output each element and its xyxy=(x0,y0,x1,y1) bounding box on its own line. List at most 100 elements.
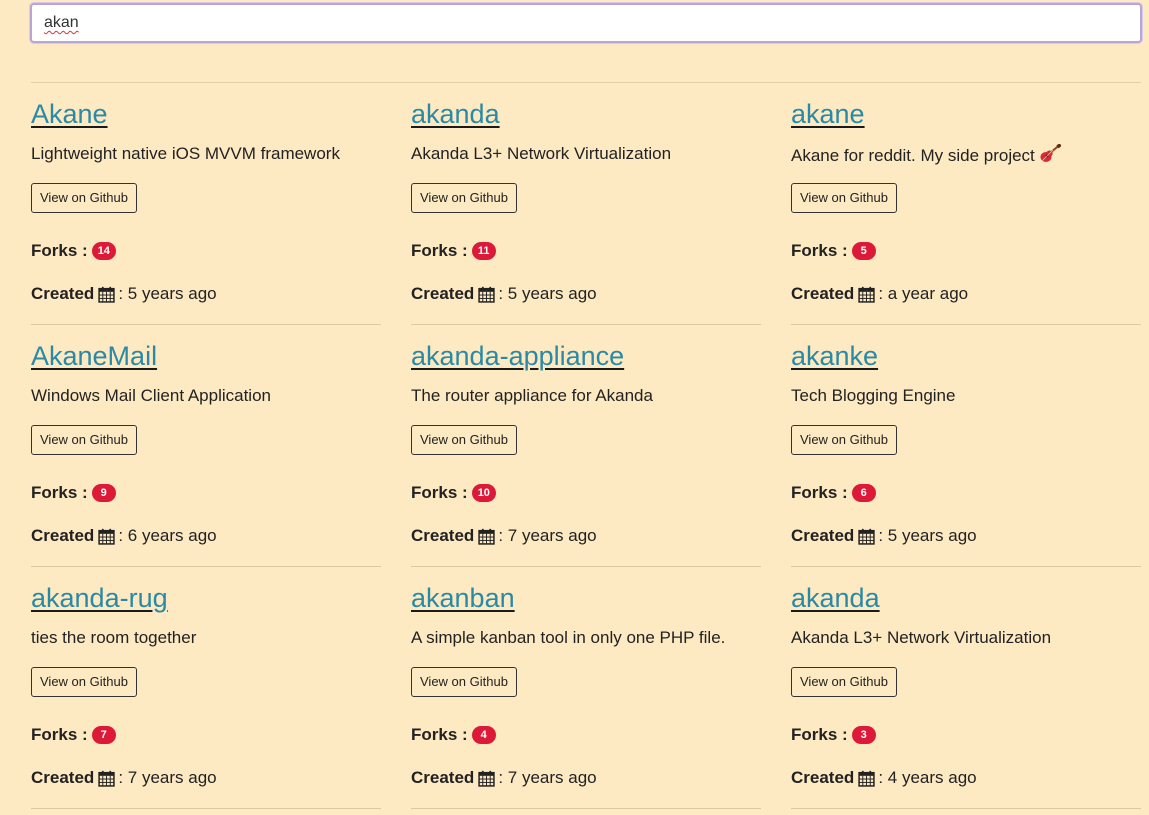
forks-label: Forks : xyxy=(31,483,88,502)
card-divider xyxy=(791,808,1141,809)
repo-description: Windows Mail Client Application xyxy=(31,386,271,406)
created-label: Created xyxy=(791,284,855,303)
created-label: Created xyxy=(411,768,475,787)
created-row: Created: 5 years ago xyxy=(791,526,977,546)
repo-card: akane Akane for reddit. My side project Vi… xyxy=(791,83,1141,325)
created-row: Created: 4 years ago xyxy=(791,768,977,788)
repo-description-text: A simple kanban tool in only one PHP fil… xyxy=(411,628,726,647)
repo-description: Akanda L3+ Network Virtualization xyxy=(411,144,671,164)
forks-label: Forks : xyxy=(791,725,848,744)
repo-description-text: Akanda L3+ Network Virtualization xyxy=(411,144,672,163)
calendar-icon xyxy=(98,286,115,303)
repo-description: Akanda L3+ Network Virtualization xyxy=(791,628,1051,648)
created-label: Created xyxy=(31,284,95,303)
repo-card: akanda Akanda L3+ Network Virtualization V… xyxy=(411,83,761,325)
repo-description-text: The router appliance for Akanda xyxy=(411,386,653,405)
repo-title-link[interactable]: akanke xyxy=(791,341,878,372)
forks-label: Forks : xyxy=(791,483,848,502)
view-on-github-button[interactable]: View on Github xyxy=(791,425,897,455)
calendar-icon xyxy=(478,528,495,545)
forks-count-badge: 5 xyxy=(851,242,876,260)
forks-row: Forks :5 xyxy=(791,241,876,261)
created-row: Created: 7 years ago xyxy=(411,526,597,546)
repo-description: The router appliance for Akanda xyxy=(411,386,653,406)
created-row: Created: 5 years ago xyxy=(31,284,217,304)
repo-title-link[interactable]: akane xyxy=(791,99,865,130)
created-label: Created xyxy=(411,526,475,545)
repo-title-link[interactable]: Akane xyxy=(31,99,108,130)
repo-description: Tech Blogging Engine xyxy=(791,386,955,406)
created-label: Created xyxy=(31,768,95,787)
card-divider xyxy=(31,808,381,809)
created-separator: : xyxy=(878,526,884,545)
view-on-github-button[interactable]: View on Github xyxy=(31,425,137,455)
repo-description-text: Akanda L3+ Network Virtualization xyxy=(791,628,1052,647)
view-on-github-button[interactable]: View on Github xyxy=(31,667,137,697)
search-box[interactable]: akan xyxy=(30,3,1142,43)
view-on-github-button[interactable]: View on Github xyxy=(411,183,517,213)
view-on-github-button[interactable]: View on Github xyxy=(31,183,137,213)
created-label: Created xyxy=(411,284,475,303)
calendar-icon xyxy=(858,528,875,545)
repo-description-text: ties the room together xyxy=(31,628,197,647)
repo-description-text: Tech Blogging Engine xyxy=(791,386,956,405)
created-row: Created: a year ago xyxy=(791,284,968,304)
view-on-github-button[interactable]: View on Github xyxy=(411,667,517,697)
forks-row: Forks :6 xyxy=(791,483,876,503)
repo-card: akanda Akanda L3+ Network Virtualization V… xyxy=(791,567,1141,809)
calendar-icon xyxy=(98,528,115,545)
repo-description: ties the room together xyxy=(31,628,196,648)
repo-title-link[interactable]: akanda-appliance xyxy=(411,341,624,372)
created-row: Created: 7 years ago xyxy=(411,768,597,788)
created-separator: : xyxy=(498,284,504,303)
repo-description: A simple kanban tool in only one PHP fil… xyxy=(411,628,725,648)
forks-row: Forks :11 xyxy=(411,241,496,261)
created-separator: : xyxy=(118,768,124,787)
created-value: 5 years ago xyxy=(887,526,977,545)
forks-count-badge: 7 xyxy=(91,726,116,744)
repo-title-link[interactable]: akanda xyxy=(411,99,500,130)
created-separator: : xyxy=(878,768,884,787)
created-value: 7 years ago xyxy=(507,526,597,545)
calendar-icon xyxy=(478,286,495,303)
forks-label: Forks : xyxy=(31,241,88,260)
calendar-icon xyxy=(858,286,875,303)
calendar-icon xyxy=(478,770,495,787)
guitar-icon xyxy=(1039,143,1062,164)
repo-title-link[interactable]: AkaneMail xyxy=(31,341,157,372)
forks-label: Forks : xyxy=(411,725,468,744)
forks-count-badge: 3 xyxy=(851,726,876,744)
forks-row: Forks :9 xyxy=(31,483,116,503)
calendar-icon xyxy=(98,770,115,787)
forks-count-badge: 14 xyxy=(91,242,116,260)
repo-description-text: Windows Mail Client Application xyxy=(31,386,271,405)
view-on-github-button[interactable]: View on Github xyxy=(791,667,897,697)
forks-label: Forks : xyxy=(791,241,848,260)
repo-card: akanda-rug ties the room together View on … xyxy=(31,567,381,809)
forks-label: Forks : xyxy=(411,241,468,260)
search-input[interactable]: akan xyxy=(44,14,79,32)
repo-description: Akane for reddit. My side project xyxy=(791,143,1062,166)
created-separator: : xyxy=(118,526,124,545)
view-on-github-button[interactable]: View on Github xyxy=(791,183,897,213)
view-on-github-button[interactable]: View on Github xyxy=(411,425,517,455)
repo-title-link[interactable]: akanban xyxy=(411,583,515,614)
created-value: 4 years ago xyxy=(887,768,977,787)
repo-description-text: Akane for reddit. My side project xyxy=(791,146,1035,165)
forks-count-badge: 10 xyxy=(471,484,496,502)
created-value: a year ago xyxy=(887,284,969,303)
forks-row: Forks :7 xyxy=(31,725,116,745)
repo-title-link[interactable]: akanda-rug xyxy=(31,583,168,614)
created-row: Created: 7 years ago xyxy=(31,768,217,788)
repo-card: akanda-appliance The router appliance for… xyxy=(411,325,761,567)
created-label: Created xyxy=(791,768,855,787)
repo-title-link[interactable]: akanda xyxy=(791,583,880,614)
card-divider xyxy=(411,808,761,809)
forks-count-badge: 9 xyxy=(91,484,116,502)
created-separator: : xyxy=(498,768,504,787)
created-value: 7 years ago xyxy=(127,768,217,787)
repo-card: akanban A simple kanban tool in only one … xyxy=(411,567,761,809)
forks-count-badge: 4 xyxy=(471,726,496,744)
created-row: Created: 6 years ago xyxy=(31,526,217,546)
forks-row: Forks :14 xyxy=(31,241,116,261)
